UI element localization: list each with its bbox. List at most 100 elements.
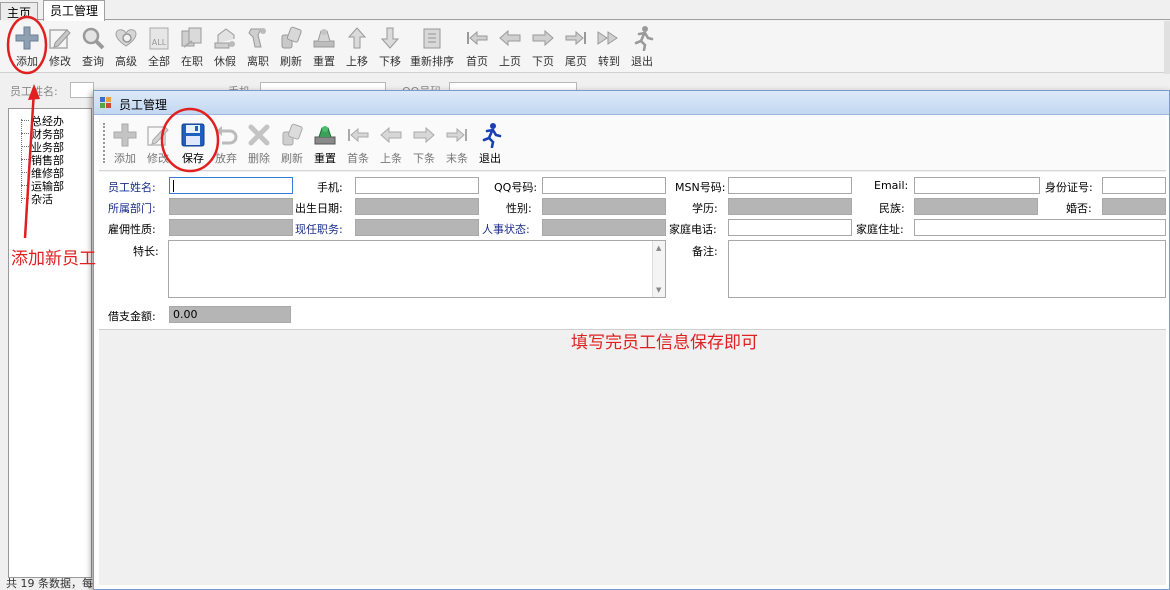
main-on-duty-button[interactable]: 在职 bbox=[175, 25, 209, 69]
input-mobile[interactable] bbox=[355, 177, 479, 194]
tab-home[interactable]: 主页 bbox=[0, 2, 39, 20]
dialog-title: 员工管理 bbox=[119, 98, 168, 112]
main-last-page-button[interactable]: 尾页 bbox=[559, 25, 593, 69]
dlg-exit-button[interactable]: 退出 bbox=[473, 122, 507, 166]
input-email[interactable] bbox=[914, 177, 1040, 194]
main-move-up-button[interactable]: 上移 bbox=[340, 25, 374, 69]
select-gender[interactable] bbox=[542, 198, 666, 215]
arrow-up-icon bbox=[347, 27, 367, 49]
search-name-input[interactable] bbox=[70, 82, 94, 98]
textarea-scrollbar[interactable]: ▲ ▼ bbox=[652, 241, 665, 297]
annotation-save-hint: 填写完员工信息保存即可 bbox=[571, 333, 758, 353]
first-page-icon bbox=[467, 30, 488, 46]
main-exit-button[interactable]: 退出 bbox=[625, 25, 659, 69]
label-gender: 性别: bbox=[506, 202, 532, 215]
textarea-remark[interactable] bbox=[728, 240, 1166, 298]
prev-record-icon bbox=[380, 126, 402, 144]
main-all-button[interactable]: ALL 全部 bbox=[142, 25, 176, 69]
main-add-button[interactable]: 添加 bbox=[10, 25, 44, 69]
dlg-refresh-button[interactable]: 刷新 bbox=[275, 122, 309, 166]
label-employment: 雇佣性质: bbox=[108, 223, 156, 236]
select-dept[interactable] bbox=[169, 198, 293, 215]
label-email: Email: bbox=[874, 179, 909, 192]
dlg-add-button[interactable]: 添加 bbox=[108, 122, 142, 166]
main-vacation-button[interactable]: 休假 bbox=[208, 25, 242, 69]
select-position[interactable] bbox=[355, 219, 479, 236]
input-home-phone[interactable] bbox=[728, 219, 852, 236]
input-birthday[interactable] bbox=[355, 198, 479, 215]
on-duty-icon bbox=[181, 27, 202, 48]
select-employment[interactable] bbox=[169, 219, 293, 236]
select-education[interactable] bbox=[728, 198, 852, 215]
window-icon bbox=[100, 97, 111, 108]
vacation-icon bbox=[214, 28, 235, 49]
input-qq[interactable] bbox=[542, 177, 666, 194]
tab-employee-management[interactable]: 员工管理 bbox=[43, 0, 106, 21]
select-nation[interactable] bbox=[914, 198, 1038, 215]
dlg-save-button[interactable]: 保存 bbox=[176, 122, 210, 166]
main-tab-strip: 主页 员工管理 bbox=[0, 0, 1170, 21]
dialog-title-bar[interactable]: 员工管理 bbox=[94, 91, 1169, 115]
label-nation: 民族: bbox=[879, 202, 905, 215]
input-idcard[interactable] bbox=[1102, 177, 1166, 194]
employee-form: 员工姓名: 手机: QQ号码: MSN号码: Email: 身份证号: 所属部门… bbox=[99, 172, 1166, 330]
department-tree: 总经办 财务部 业务部 销售部 维修部 运输部 杂活 bbox=[8, 108, 92, 578]
save-floppy-icon bbox=[181, 123, 205, 147]
input-loan-amount[interactable]: 0.00 bbox=[169, 306, 291, 323]
dlg-edit-button[interactable]: 修改 bbox=[141, 122, 175, 166]
tree-node[interactable]: 杂活 bbox=[31, 191, 53, 207]
select-marital[interactable] bbox=[1102, 198, 1166, 215]
all-icon: ALL bbox=[149, 27, 169, 50]
main-advanced-button[interactable]: 高级 bbox=[109, 25, 143, 69]
exit-runner-icon bbox=[482, 123, 502, 148]
input-home-address[interactable] bbox=[914, 219, 1166, 236]
main-resign-button[interactable]: 离职 bbox=[241, 25, 275, 69]
label-name: 员工姓名: bbox=[108, 181, 156, 194]
dlg-discard-button[interactable]: 放弃 bbox=[209, 122, 243, 166]
exit-runner-icon bbox=[634, 26, 654, 51]
input-msn[interactable] bbox=[728, 177, 852, 194]
label-marital: 婚否: bbox=[1066, 202, 1092, 215]
main-refresh-button[interactable]: 刷新 bbox=[274, 25, 308, 69]
dlg-delete-button[interactable]: 删除 bbox=[242, 122, 276, 166]
dlg-next-record-button[interactable]: 下条 bbox=[407, 122, 441, 166]
reset-icon bbox=[313, 29, 335, 48]
main-prev-page-button[interactable]: 上页 bbox=[493, 25, 527, 69]
reorder-icon bbox=[423, 28, 441, 49]
last-page-icon bbox=[565, 30, 586, 46]
main-first-page-button[interactable]: 首页 bbox=[460, 25, 494, 69]
text-caret bbox=[173, 180, 174, 192]
next-record-icon bbox=[413, 126, 435, 144]
main-goto-button[interactable]: 转到 bbox=[592, 25, 626, 69]
label-idcard: 身份证号: bbox=[1045, 181, 1093, 194]
prev-page-icon bbox=[499, 29, 521, 47]
label-home-phone: 家庭电话: bbox=[669, 223, 717, 236]
dlg-reset-button[interactable]: 重置 bbox=[308, 122, 342, 166]
label-dept: 所属部门: bbox=[108, 202, 156, 215]
label-qq: QQ号码: bbox=[494, 181, 538, 194]
main-reorder-button[interactable]: 重新排序 bbox=[409, 25, 455, 69]
label-remark: 备注: bbox=[692, 245, 718, 258]
main-next-page-button[interactable]: 下页 bbox=[526, 25, 560, 69]
select-hr-status[interactable] bbox=[542, 219, 666, 236]
toolbar-grip[interactable] bbox=[103, 123, 106, 163]
dlg-prev-record-button[interactable]: 上条 bbox=[374, 122, 408, 166]
textarea-specialty[interactable]: ▲ ▼ bbox=[168, 240, 666, 298]
label-loan: 借支金额: bbox=[108, 310, 156, 323]
plus-icon bbox=[15, 26, 39, 50]
main-move-down-button[interactable]: 下移 bbox=[373, 25, 407, 69]
input-employee-name[interactable] bbox=[169, 177, 293, 194]
delete-x-icon bbox=[248, 124, 270, 146]
dlg-first-record-button[interactable]: 首条 bbox=[341, 122, 375, 166]
dlg-last-record-button[interactable]: 末条 bbox=[440, 122, 474, 166]
scroll-up-icon[interactable]: ▲ bbox=[656, 244, 661, 252]
main-edit-button[interactable]: 修改 bbox=[43, 25, 77, 69]
refresh-icon bbox=[282, 123, 303, 146]
main-query-button[interactable]: 查询 bbox=[76, 25, 110, 69]
scroll-down-icon[interactable]: ▼ bbox=[656, 286, 661, 294]
label-specialty: 特长: bbox=[133, 245, 159, 258]
main-reset-button[interactable]: 重置 bbox=[307, 25, 341, 69]
advanced-search-icon bbox=[115, 29, 137, 47]
first-record-icon bbox=[348, 127, 369, 143]
plus-icon bbox=[113, 123, 137, 147]
